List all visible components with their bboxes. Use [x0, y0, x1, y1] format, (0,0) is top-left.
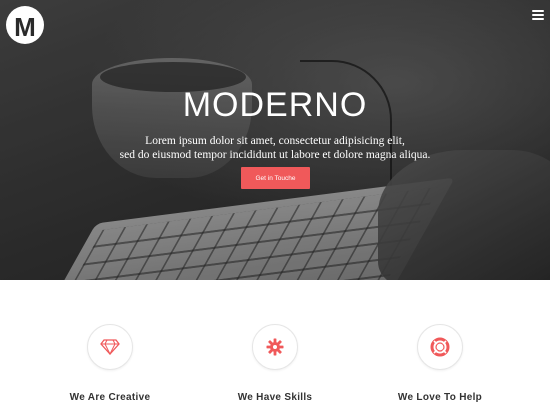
feature-title: We Have Skills	[237, 392, 313, 403]
hero-section: M MODERNO Lorem ipsum dolor sit amet, co…	[0, 0, 550, 280]
hero-description: Lorem ipsum dolor sit amet, consectetur …	[0, 134, 550, 162]
hero-text-line-2: sed do eiusmod tempor incididunt ut labo…	[119, 149, 431, 161]
hero-text-line-1: Lorem ipsum dolor sit amet, consectetur …	[145, 135, 405, 147]
features-section: We Are Creative We Have Skills We Love T…	[0, 280, 550, 403]
gear-icon	[252, 324, 298, 370]
feature-title: We Are Creative	[69, 392, 151, 403]
logo-letter: M	[14, 12, 36, 42]
diamond-icon	[87, 324, 133, 370]
get-in-touch-button[interactable]: Get in Touche	[241, 167, 310, 189]
feature-help: We Love To Help	[360, 324, 520, 403]
feature-title: We Love To Help	[397, 392, 483, 403]
hamburger-menu-icon[interactable]	[532, 10, 544, 20]
lifebuoy-icon	[417, 324, 463, 370]
hero-title: MODERNO	[182, 86, 368, 124]
feature-creative: We Are Creative	[30, 324, 190, 403]
site-logo[interactable]: M	[6, 6, 44, 44]
feature-skills: We Have Skills	[195, 324, 355, 403]
